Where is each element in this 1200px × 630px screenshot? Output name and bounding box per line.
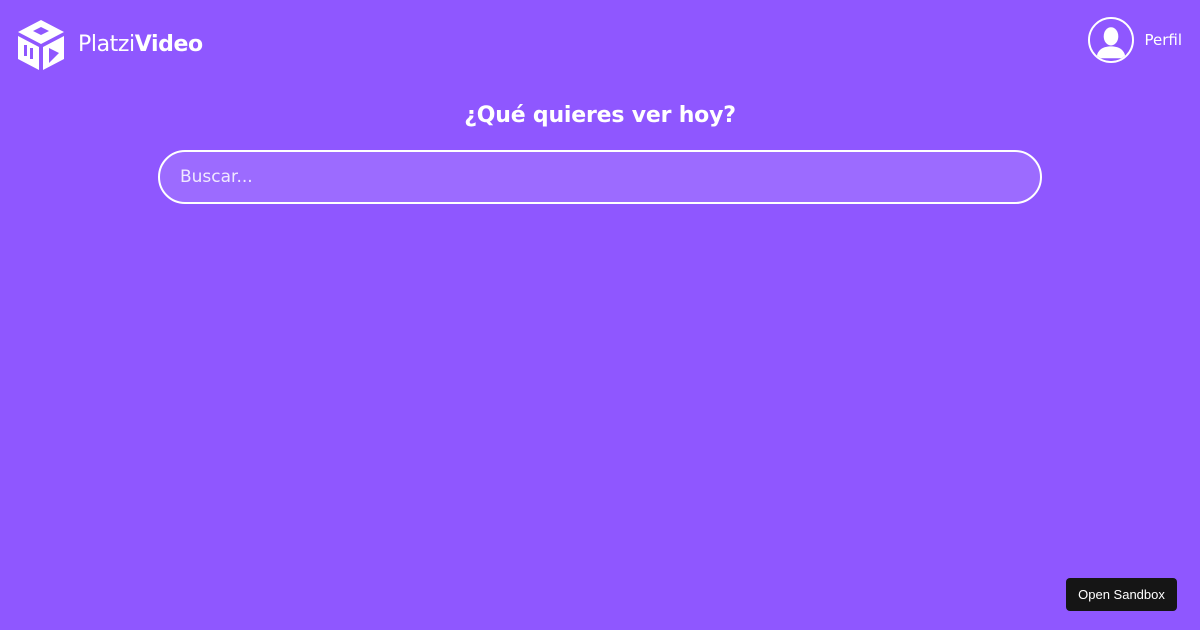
- open-sandbox-button[interactable]: Open Sandbox: [1066, 578, 1177, 611]
- page-title: ¿Qué quieres ver hoy?: [464, 103, 736, 128]
- header: Platzi Video Perfil: [0, 0, 1200, 90]
- brand-name: Platzi Video: [78, 31, 203, 57]
- logo[interactable]: Platzi Video: [14, 18, 203, 71]
- brand-name-bold: Video: [134, 31, 203, 57]
- profile-label: Perfil: [1144, 30, 1182, 49]
- profile-menu[interactable]: Perfil: [1088, 17, 1182, 63]
- user-avatar-icon: [1088, 17, 1135, 63]
- brand-name-light: Platzi: [78, 31, 135, 57]
- search-input[interactable]: [158, 150, 1042, 204]
- platzi-video-logo-icon: [18, 20, 64, 70]
